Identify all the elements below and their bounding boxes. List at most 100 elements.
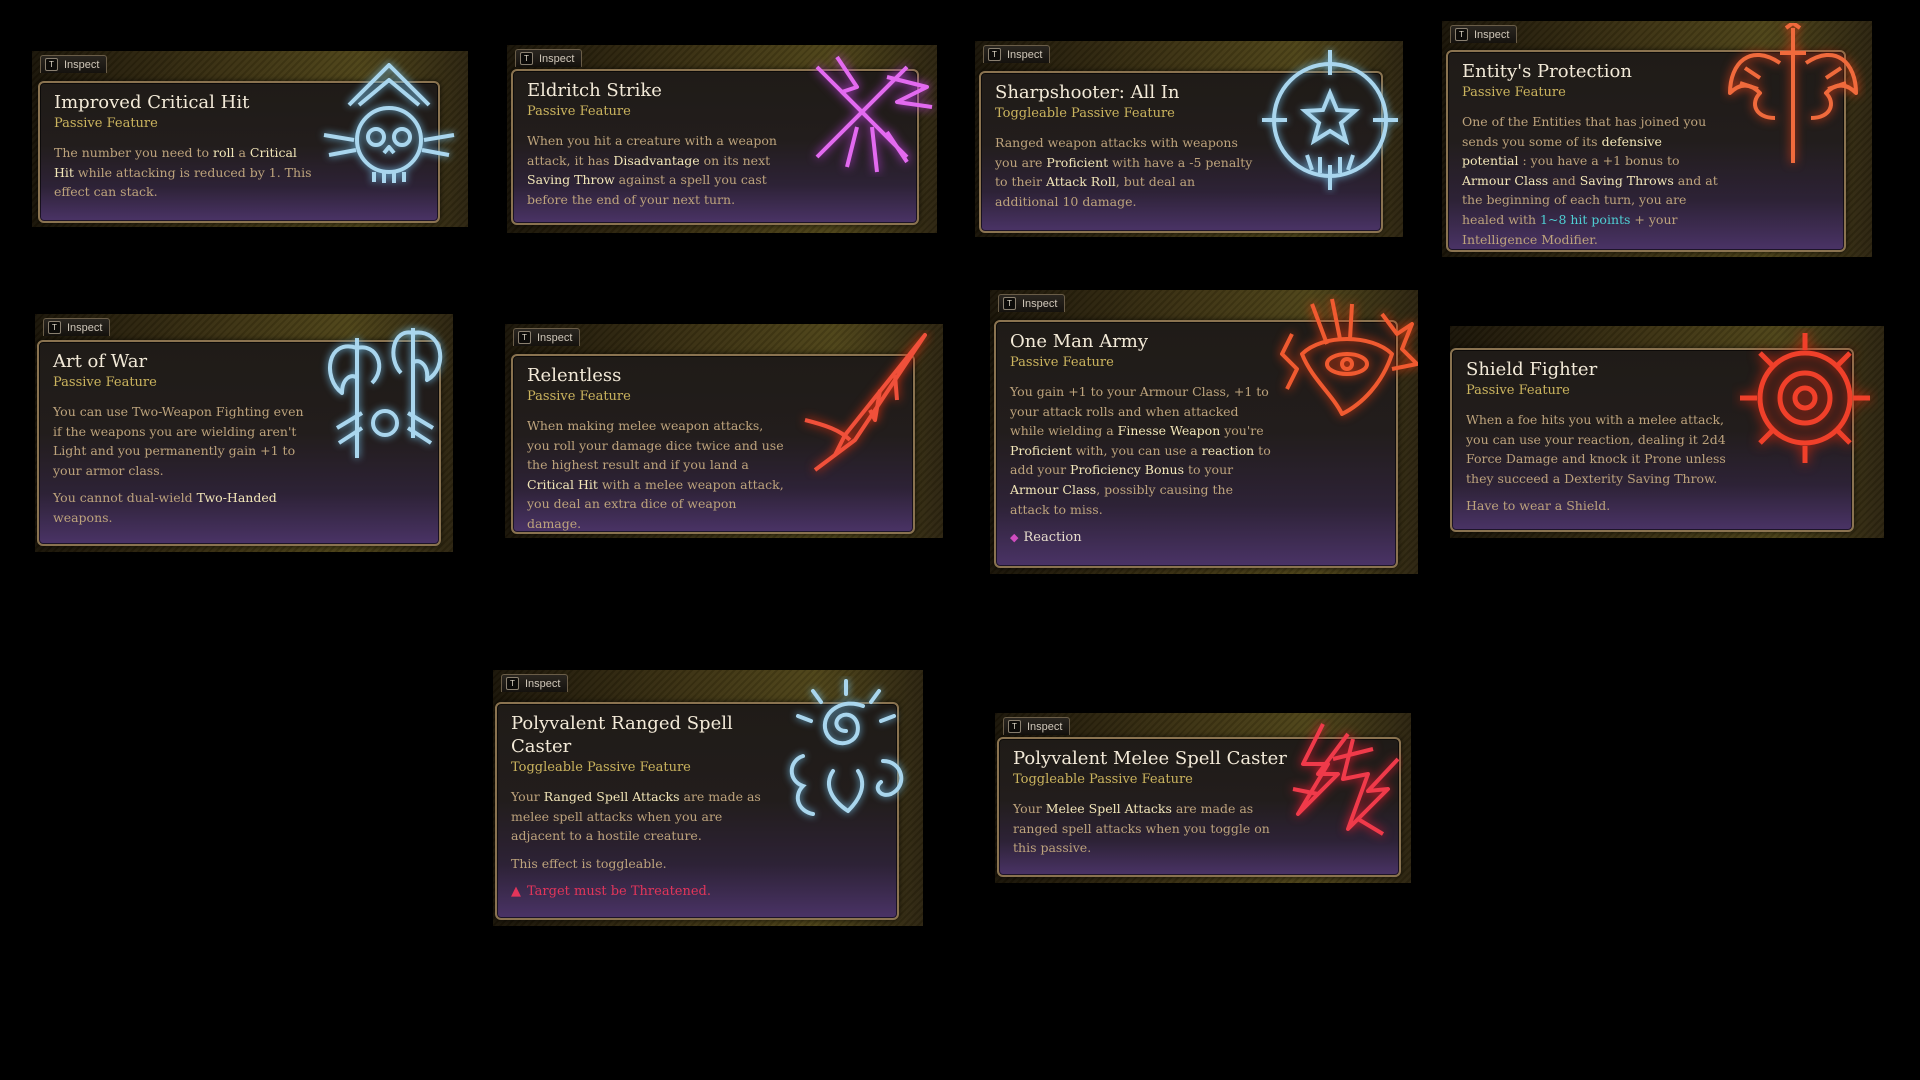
description-text: and [1548,172,1580,188]
description-text: while attacking is reduced by 1. This ef… [54,164,312,200]
keyword-highlight: Proficient [1046,154,1109,170]
description-paragraph: When a foe hits you with a melee attack,… [1466,410,1728,488]
inspect-label: Inspect [1007,48,1043,61]
double-axe-icon [328,328,443,458]
inspect-key: T [520,52,533,65]
description-paragraph: You cannot dual-wield Two-Handed weapons… [53,488,315,527]
keyword-highlight: reaction [1201,442,1255,458]
passive-card-shield-fighter: Shield Fighter Passive Feature When a fo… [1450,326,1884,538]
inspect-key: T [988,48,1001,61]
warning-triangle-icon: ▲ [511,884,521,899]
inspect-tab[interactable]: T Inspect [501,674,569,692]
bloody-blade-icon [804,333,927,472]
feature-title: Entity's Protection [1462,61,1632,82]
keyword-highlight: Disadvantage [613,152,700,168]
keyword-highlight: 1~8 hit points [1540,211,1631,227]
inspect-tab[interactable]: T Inspect [43,318,111,336]
inspect-label: Inspect [525,677,561,690]
feature-title: Shield Fighter [1466,359,1598,380]
passive-card-relentless: T Inspect Relentless Passive Feature When… [505,324,943,538]
description-text: Have to wear a Shield. [1466,498,1611,514]
description-text: weapons. [53,509,113,525]
requirement-warning: ▲ Target must be Threatened. [511,884,711,899]
keyword-highlight: Attack Roll [1045,174,1116,190]
feature-title: Polyvalent Ranged Spell Caster [511,713,733,757]
description-text: : you have a +1 bonus to [1518,153,1680,169]
description-text: to your [1184,462,1234,478]
description-text: When a foe hits you with a melee attack,… [1466,412,1726,486]
description-text: The number you need to [54,145,214,160]
inspect-tab[interactable]: T Inspect [1450,25,1518,43]
feature-description: You can use Two-Weapon Fighting even if … [53,402,315,536]
inspect-tab[interactable]: T Inspect [515,49,583,67]
passive-card-polyvalent-melee-spell-caster: T Inspect Polyvalent Melee Spell Caster T… [995,713,1411,883]
description-text: This effect is toggleable. [511,855,667,871]
feature-description: Your Ranged Spell Attacks are made as me… [511,787,773,881]
description-paragraph: Your Melee Spell Attacks are made as ran… [1013,799,1275,858]
description-paragraph: You gain +1 to your Armour Class, +1 to … [1010,382,1272,519]
inspect-key: T [506,677,519,690]
description-paragraph: Your Ranged Spell Attacks are made as me… [511,787,773,846]
description-text: a [234,145,250,160]
passive-card-art-of-war: T Inspect Art of War Passive Feature You … [35,314,453,552]
feature-title: Sharpshooter: All In [995,82,1180,103]
description-paragraph: When making melee weapon attacks, you ro… [527,416,789,532]
inspect-label: Inspect [1022,297,1058,310]
keyword-highlight: Proficient [1010,442,1072,458]
feature-title: One Man Army [1010,331,1149,352]
description-text: You can use Two-Weapon Fighting even if … [53,404,304,478]
description-paragraph: The number you need to roll a Critical H… [54,143,316,202]
feature-description: You gain +1 to your Armour Class, +1 to … [1010,382,1272,527]
inspect-tab[interactable]: T Inspect [513,328,581,346]
feature-description: When you hit a creature with a weapon at… [527,131,789,217]
reaction-label: Reaction [1023,530,1082,545]
feature-type: Toggleable Passive Feature [995,106,1175,121]
feature-type: Passive Feature [527,104,631,119]
inspect-key: T [1455,28,1468,41]
reaction-tag: ◆ Reaction [1010,530,1082,545]
inspect-tab[interactable]: T Inspect [40,55,108,73]
inspect-label: Inspect [1027,720,1063,733]
keyword-highlight: Armour Class [1010,481,1097,497]
feature-description: When making melee weapon attacks, you ro… [527,416,789,532]
inspect-tab[interactable]: T Inspect [998,294,1066,312]
inspect-tab[interactable]: T Inspect [1003,717,1071,735]
description-text: When making melee weapon attacks, you ro… [527,418,784,473]
keyword-highlight: Saving Throws [1579,172,1674,188]
passive-card-sharpshooter-all-in: T Inspect Sharpshooter: All In Toggleable… [975,41,1403,237]
description-text: One of the Entities that has joined you … [1462,114,1707,149]
description-paragraph: When you hit a creature with a weapon at… [527,131,789,209]
inspect-key: T [48,321,61,334]
description-paragraph: One of the Entities that has joined you … [1462,112,1718,249]
inspect-label: Inspect [1474,28,1510,41]
reaction-diamond-icon: ◆ [1010,531,1019,544]
keyword-highlight: Melee Spell Attacks [1045,801,1172,816]
warning-text: Target must be Threatened. [527,884,712,899]
description-text: on its next [699,152,771,168]
shield-sun-icon [1740,333,1870,463]
feature-description: Your Melee Spell Attacks are made as ran… [1013,799,1275,866]
feature-type: Passive Feature [527,389,631,404]
description-paragraph: Have to wear a Shield. [1466,496,1728,516]
inspect-label: Inspect [67,321,103,334]
inspect-tab[interactable]: T Inspect [983,45,1051,63]
feature-title: Polyvalent Melee Spell Caster [1013,748,1287,769]
feature-type: Passive Feature [1462,85,1566,100]
feature-title: Eldritch Strike [527,80,662,101]
description-text: Your [511,789,544,804]
keyword-highlight: roll [213,145,235,160]
inspect-label: Inspect [64,58,100,71]
keyword-highlight: Saving Throw [527,172,615,188]
description-text: with, you can use a [1071,442,1202,458]
feature-title: Improved Critical Hit [54,92,250,113]
feature-type: Passive Feature [53,375,157,390]
lightning-icon [1292,723,1400,836]
passive-card-polyvalent-ranged-spell-caster: T Inspect Polyvalent Ranged Spell Caster … [493,670,923,926]
keyword-highlight: Proficiency Bonus [1070,462,1184,478]
inspect-key: T [1008,720,1021,733]
skull-crown-icon [323,63,455,183]
description-text: Your [1013,801,1046,816]
inspect-key: T [518,331,531,344]
feature-title: Art of War [53,351,148,372]
keyword-highlight: Armour Class [1462,172,1549,188]
